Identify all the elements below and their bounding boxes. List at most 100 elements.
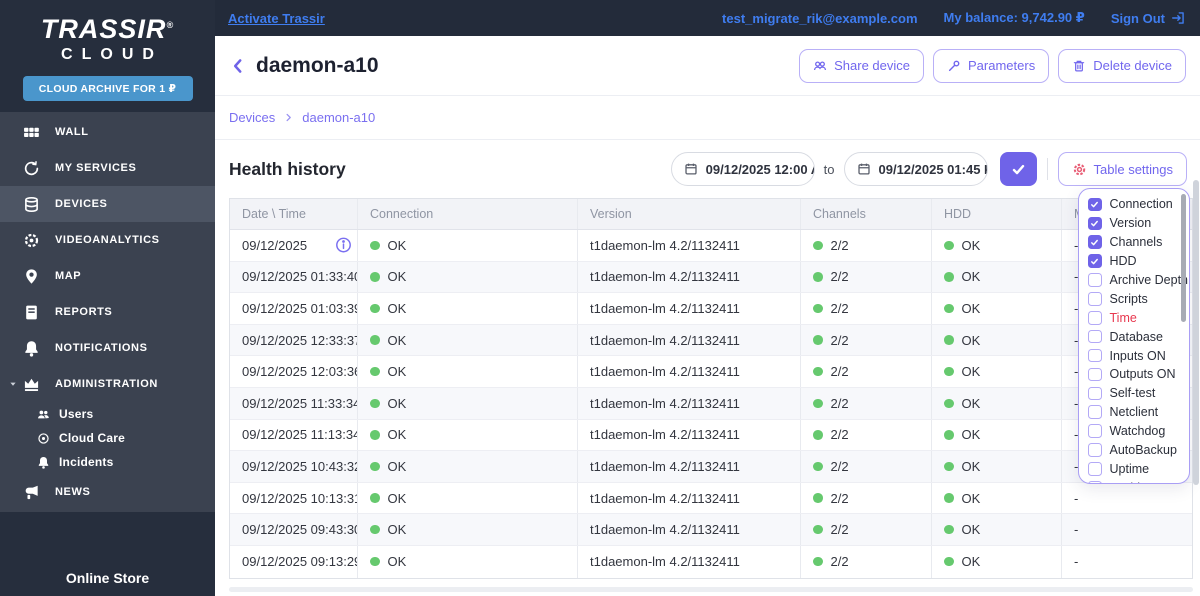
cloud-care-icon	[37, 432, 50, 445]
delete-device-button[interactable]: Delete device	[1058, 48, 1186, 83]
delete-device-label: Delete device	[1093, 58, 1172, 73]
option-hdd[interactable]: HDD	[1088, 252, 1189, 271]
hdd-cell: OK	[932, 230, 1062, 261]
sidebar-item-cloud-care[interactable]: Cloud Care	[0, 426, 215, 450]
channels-cell-value: 2/2	[830, 300, 849, 316]
trassir-cloud-logo[interactable]: TRASSIR® CLOUD	[0, 16, 215, 64]
date-to-input[interactable]: 09/12/2025 01:45 PM	[843, 152, 988, 186]
option-inputs-on[interactable]: Inputs ON	[1088, 346, 1189, 365]
option-database[interactable]: Database	[1088, 327, 1189, 346]
balance-link[interactable]: My balance: 9,742.90 ₽	[944, 10, 1085, 26]
checkbox[interactable]	[1088, 329, 1102, 344]
checkbox-checked[interactable]	[1088, 254, 1102, 268]
table-row: 09/12/2025 10:43:32 OK t1daemon-lm 4.2/113…	[230, 451, 1192, 483]
sidebar-item-administration[interactable]: ADMINISTRATION	[0, 366, 215, 402]
option-channels[interactable]: Channels	[1088, 233, 1189, 252]
back-button[interactable]	[229, 57, 247, 75]
option-label: HDD	[1109, 254, 1137, 269]
sign-out-link[interactable]: Sign Out	[1111, 11, 1185, 26]
status-dot-green	[370, 461, 380, 472]
channels-cell: 2/2	[801, 545, 932, 578]
sidebar-item-users[interactable]: Users	[0, 402, 215, 426]
checkbox-checked[interactable]	[1088, 197, 1102, 212]
parameters-label: Parameters	[968, 58, 1036, 73]
account-email-link[interactable]: test_migrate_rik@example.com	[722, 11, 918, 26]
option-grabber-pack[interactable]: Grabber Pack	[1088, 478, 1189, 483]
datetime-cell: 09/12/2025 09:13:29	[230, 545, 358, 578]
parameters-button[interactable]: Parameters	[933, 48, 1050, 83]
status-dot-green	[944, 461, 954, 472]
checkbox[interactable]	[1088, 348, 1102, 363]
option-netclient[interactable]: Netclient	[1088, 403, 1189, 422]
checkbox[interactable]	[1088, 311, 1102, 325]
option-time[interactable]: Time	[1088, 308, 1189, 327]
hdd-cell-value: OK	[961, 554, 981, 570]
checkbox[interactable]	[1088, 292, 1102, 306]
option-outputs-on[interactable]: Outputs ON	[1088, 365, 1189, 384]
checkbox[interactable]	[1088, 405, 1102, 419]
option-scripts[interactable]: Scripts	[1088, 289, 1189, 308]
datetime-cell: 09/12/2025 11:13:34	[230, 419, 358, 451]
check-icon	[1011, 162, 1026, 177]
wrench-icon	[947, 59, 961, 73]
datetime-cell: 09/12/2025 11:33:34	[230, 387, 358, 419]
apply-date-range-button[interactable]	[999, 152, 1037, 186]
share-device-button[interactable]: Share device	[799, 48, 925, 83]
online-store-link[interactable]: Online Store	[0, 570, 215, 586]
sidebar-item-news[interactable]: NEWS	[0, 474, 215, 510]
sidebar-item-devices[interactable]: DEVICES	[0, 186, 215, 222]
info-icon[interactable]	[335, 237, 352, 254]
checkbox[interactable]	[1088, 367, 1102, 382]
connection-cell: OK	[358, 293, 578, 324]
hdd-cell: OK	[932, 387, 1062, 419]
option-label: Netclient	[1109, 405, 1159, 420]
checkbox[interactable]	[1088, 273, 1102, 287]
page-scrollbar[interactable]	[1193, 180, 1199, 485]
option-connection[interactable]: Connection	[1088, 195, 1189, 214]
horizontal-scrollbar[interactable]	[229, 587, 1193, 592]
checkbox[interactable]	[1088, 424, 1102, 438]
version-cell: t1daemon-lm 4.2/1132411	[578, 419, 801, 451]
activate-trassir-link[interactable]: Activate Trassir	[228, 11, 325, 26]
checkbox-checked[interactable]	[1088, 216, 1102, 231]
sidebar-item-label: MAP	[55, 270, 82, 282]
sidebar-item-my-services[interactable]: MY SERVICES	[0, 150, 215, 186]
caret-down-icon[interactable]	[8, 379, 18, 389]
option-version[interactable]: Version	[1088, 214, 1189, 233]
checkbox[interactable]	[1088, 443, 1102, 457]
status-dot-green	[813, 303, 823, 314]
date-from-input[interactable]: 09/12/2025 12:00 AM	[670, 152, 815, 186]
share-icon	[813, 59, 827, 73]
sidebar-item-map[interactable]: MAP	[0, 258, 215, 294]
sidebar-item-reports[interactable]: REPORTS	[0, 294, 215, 330]
datetime-value: 09/12/2025 10:43:32	[242, 458, 358, 474]
checkbox[interactable]	[1088, 386, 1102, 401]
cloud-archive-button[interactable]: CLOUD ARCHIVE FOR 1 ₽	[22, 76, 193, 101]
option-archive-depth[interactable]: Archive Depth	[1088, 271, 1189, 290]
connection-cell: OK	[358, 545, 578, 578]
option-label: Watchdog	[1109, 424, 1166, 439]
date-from-value: 09/12/2025 12:00 AM	[705, 161, 814, 177]
checkbox[interactable]	[1088, 462, 1102, 476]
checkbox[interactable]	[1088, 481, 1102, 483]
sidebar-item-wall[interactable]: WALL	[0, 114, 215, 150]
table-settings-button[interactable]: Table settings	[1057, 152, 1187, 186]
sidebar-item-videoanalytics[interactable]: VIDEOANALYTICS	[0, 222, 215, 258]
option-label: AutoBackup	[1109, 443, 1177, 458]
datetime-cell: 09/12/2025 12:33:37	[230, 324, 358, 356]
option-uptime[interactable]: Uptime	[1088, 459, 1189, 478]
version-cell: t1daemon-lm 4.2/1132411	[578, 293, 801, 324]
status-dot-green	[944, 335, 954, 345]
chevron-right-icon	[283, 112, 294, 123]
option-autobackup[interactable]: AutoBackup	[1088, 441, 1189, 460]
option-watchdog[interactable]: Watchdog	[1088, 422, 1189, 441]
checkbox-checked[interactable]	[1088, 235, 1102, 249]
hdd-cell-value: OK	[961, 395, 981, 411]
breadcrumb-devices[interactable]: Devices	[229, 110, 275, 125]
sidebar-item-incidents[interactable]: Incidents	[0, 450, 215, 474]
option-self-test[interactable]: Self-test	[1088, 384, 1189, 403]
main-content: daemon-a10 Share device Parameters Delet…	[215, 36, 1200, 596]
dropdown-scrollbar[interactable]	[1181, 194, 1186, 322]
hdd-cell-value: OK	[961, 364, 981, 380]
sidebar-item-notifications[interactable]: NOTIFICATIONS	[0, 330, 215, 366]
